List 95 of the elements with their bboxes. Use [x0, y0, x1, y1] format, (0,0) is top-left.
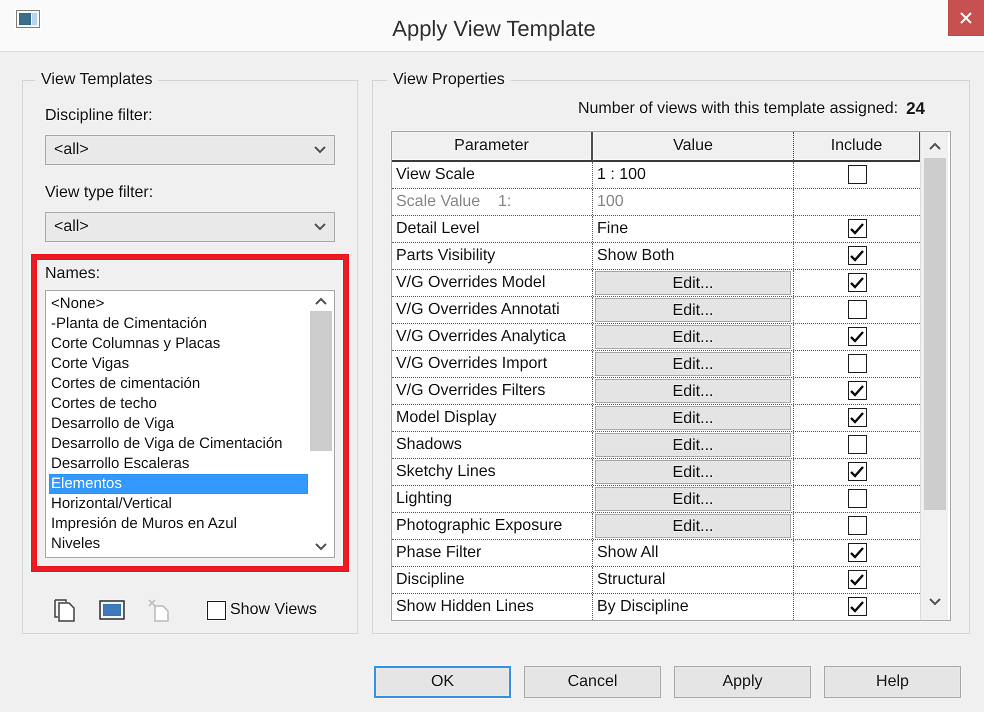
table-cell: Scale Value 1:	[392, 188, 593, 214]
list-item[interactable]: Desarrollo de Viga de Cimentación	[49, 434, 308, 454]
checkbox[interactable]	[848, 381, 866, 400]
dialog-button[interactable]: Apply	[674, 666, 811, 698]
edit-button[interactable]: Edit...	[595, 378, 791, 402]
list-item[interactable]: Niveles	[49, 534, 308, 554]
window-icon	[16, 10, 40, 28]
checkbox[interactable]	[848, 354, 866, 373]
close-icon	[959, 11, 973, 25]
table-cell: V/G Overrides Annotati	[392, 296, 593, 322]
checkbox[interactable]	[848, 408, 866, 427]
checkbox[interactable]	[848, 219, 866, 238]
group-title: View Properties	[392, 70, 506, 90]
dialog-button[interactable]: Help	[824, 666, 961, 698]
views-count-label: Number of views with this template assigned:	[578, 98, 898, 119]
table-cell: View Scale	[392, 162, 593, 188]
scroll-down-icon	[928, 598, 940, 606]
list-item[interactable]: Corte Columnas y Placas	[49, 334, 308, 354]
table-cell: Sketchy Lines	[392, 458, 593, 484]
dropdown[interactable]: <all>	[45, 212, 335, 242]
checkbox[interactable]	[848, 543, 866, 562]
table-cell: Photographic Exposure	[392, 512, 593, 538]
table-cell: Parts Visibility	[392, 242, 593, 268]
table-cell[interactable]: 1 : 100	[595, 162, 646, 186]
table-cell: Lighting	[392, 486, 593, 512]
table-cell[interactable]: Structural	[595, 568, 666, 592]
list-item[interactable]: Impresión de Muros en Azul	[49, 514, 308, 534]
list-item[interactable]: Corte Vigas	[49, 354, 308, 374]
table-cell[interactable]: Fine	[595, 216, 628, 240]
group-title: View Templates	[40, 70, 154, 90]
window-title: Apply View Template	[391, 15, 597, 43]
views-count: 24	[906, 98, 925, 120]
table-cell[interactable]: Show All	[595, 540, 658, 564]
table-cell: Phase Filter	[392, 540, 593, 566]
delete-icon	[147, 598, 171, 622]
table-cell: V/G Overrides Import	[392, 350, 593, 376]
list-item[interactable]: Cortes de cimentación	[49, 374, 308, 394]
checkbox[interactable]	[848, 435, 866, 454]
edit-button[interactable]: Edit...	[595, 298, 791, 322]
checkbox[interactable]	[848, 462, 866, 481]
checkbox[interactable]	[848, 300, 866, 319]
checkbox[interactable]	[848, 327, 866, 346]
table-cell[interactable]: By Discipline	[595, 594, 689, 618]
list-item[interactable]: Cortes de techo	[49, 394, 308, 414]
scroll-up-icon	[315, 297, 327, 305]
column-header[interactable]: Value	[593, 132, 794, 160]
list-item[interactable]: Desarrollo Escaleras	[49, 454, 308, 474]
edit-button[interactable]: Edit...	[595, 460, 791, 484]
table-cell: Model Display	[392, 404, 593, 430]
chevron-down-icon	[314, 146, 326, 154]
table-cell: V/G Overrides Filters	[392, 378, 593, 404]
scroll-thumb[interactable]	[924, 158, 946, 510]
checkbox[interactable]	[848, 597, 866, 616]
dropdown[interactable]: <all>	[45, 135, 335, 165]
dialog-button[interactable]: Cancel	[524, 666, 661, 698]
field-label: Names:	[45, 264, 102, 284]
scroll-up-icon	[928, 142, 940, 150]
table-cell: Show Hidden Lines	[392, 594, 593, 620]
edit-button[interactable]: Edit...	[595, 352, 791, 376]
list-item[interactable]: -Planta de Cimentación	[49, 314, 308, 334]
table-cell: V/G Overrides Model	[392, 270, 593, 296]
list-item[interactable]: <None>	[49, 294, 308, 314]
edit-button[interactable]: Edit...	[595, 270, 791, 294]
scroll-thumb[interactable]	[310, 311, 332, 451]
edit-button[interactable]: Edit...	[595, 432, 791, 456]
scrollbar[interactable]	[920, 132, 948, 620]
duplicate-icon[interactable]	[53, 598, 77, 622]
field-label: Discipline filter:	[45, 106, 154, 126]
edit-button[interactable]: Edit...	[595, 486, 791, 510]
checkbox[interactable]	[848, 246, 866, 265]
field-label: View type filter:	[45, 183, 154, 203]
close-button[interactable]	[948, 0, 984, 36]
list-item[interactable]: Desarrollo de Viga	[49, 414, 308, 434]
list-item[interactable]: Horizontal/Vertical	[49, 494, 308, 514]
table-cell: Shadows	[392, 432, 593, 458]
checkbox[interactable]	[848, 516, 866, 535]
dialog-button[interactable]: OK	[374, 666, 511, 698]
checkbox[interactable]	[848, 489, 866, 508]
checkbox[interactable]	[848, 165, 866, 184]
table-cell: Detail Level	[392, 216, 593, 242]
chevron-down-icon	[314, 223, 326, 231]
table-cell: V/G Overrides Analytica	[392, 324, 593, 350]
table-cell: Discipline	[392, 566, 593, 592]
rename-icon[interactable]	[99, 600, 125, 620]
column-header[interactable]: Parameter	[392, 132, 593, 160]
checkbox-box[interactable]	[207, 600, 226, 620]
table-cell[interactable]: Show Both	[595, 244, 674, 268]
show-views-checkbox[interactable]: Show Views	[207, 598, 317, 622]
edit-button[interactable]: Edit...	[595, 406, 791, 430]
scroll-down-icon	[315, 543, 327, 551]
edit-button[interactable]: Edit...	[595, 324, 791, 348]
edit-button[interactable]: Edit...	[595, 514, 791, 538]
checkbox[interactable]	[848, 273, 866, 292]
checkbox[interactable]	[848, 570, 866, 589]
table-cell-text: 100	[596, 192, 624, 212]
